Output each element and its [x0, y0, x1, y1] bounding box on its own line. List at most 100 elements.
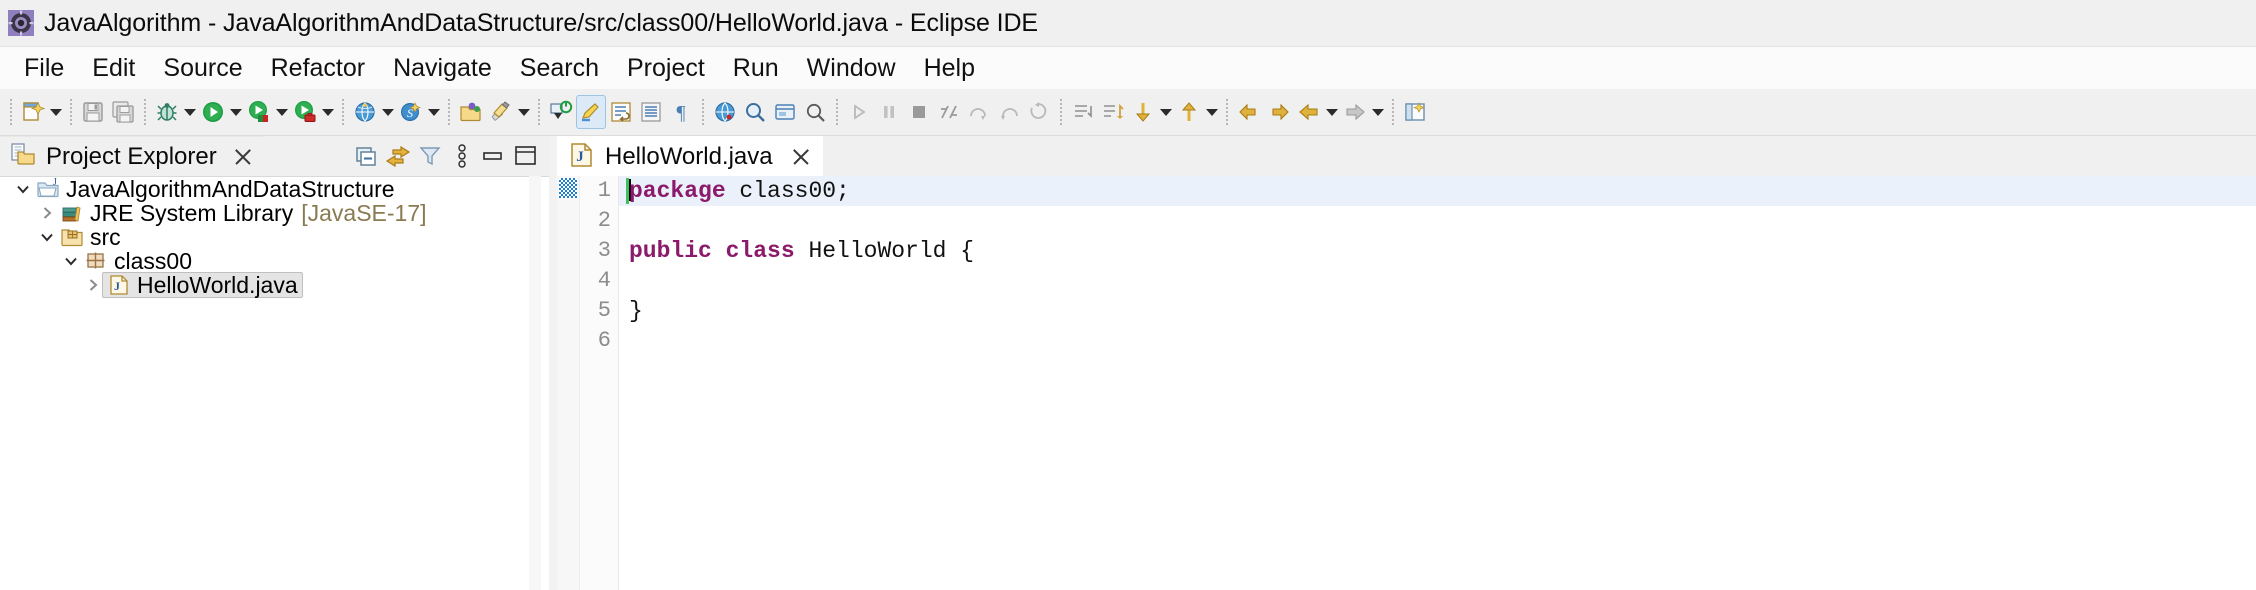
menu-navigate[interactable]: Navigate: [379, 52, 506, 85]
code-line[interactable]: [619, 326, 2256, 356]
project-explorer-toolbar: [351, 136, 549, 176]
tree-row-src[interactable]: src: [0, 225, 549, 249]
toolbar-separator: [836, 99, 838, 125]
open-web-browser-icon[interactable]: [710, 94, 740, 130]
open-task-icon[interactable]: [770, 94, 800, 130]
link-with-editor-icon[interactable]: [383, 140, 413, 172]
pause-icon[interactable]: [874, 94, 904, 130]
previous-annotation-up-icon[interactable]: [1174, 94, 1204, 130]
forward-nav-dropdown-arrow[interactable]: [1370, 94, 1386, 130]
eclipse-ide-window: JavaAlgorithm - JavaAlgorithmAndDataStru…: [0, 0, 2256, 590]
menu-file[interactable]: File: [10, 52, 78, 85]
toggle-mark-occurrences-icon[interactable]: [576, 95, 606, 129]
tree-row-jre-library[interactable]: JRE System Library [JavaSE-17]: [0, 201, 549, 225]
code-area[interactable]: 1 2 3 4 5 6 package class00; public clas…: [557, 176, 2256, 590]
menu-project[interactable]: Project: [613, 52, 719, 85]
search-icon[interactable]: [740, 94, 770, 130]
save-icon[interactable]: [78, 94, 108, 130]
previous-edit-icon[interactable]: [1068, 94, 1098, 130]
show-whitespace-icon[interactable]: ¶: [666, 94, 696, 130]
toggle-word-wrap-icon[interactable]: [606, 94, 636, 130]
code-line[interactable]: [619, 206, 2256, 236]
debug-icon[interactable]: [152, 94, 182, 130]
code-line[interactable]: }: [619, 296, 2256, 326]
menu-help[interactable]: Help: [910, 52, 989, 85]
menu-run[interactable]: Run: [719, 52, 793, 85]
forward-history-icon[interactable]: [1264, 94, 1294, 130]
workbench-body: Project Explorer J JavaAlgorithmAndDataS…: [0, 136, 2256, 590]
disconnect-icon[interactable]: [934, 94, 964, 130]
zoom-search-icon[interactable]: [800, 94, 830, 130]
coverage-dropdown-arrow[interactable]: [320, 94, 336, 130]
tree-row-helloworld-java[interactable]: J HelloWorld.java: [0, 272, 549, 298]
web-browser-icon[interactable]: [350, 94, 380, 130]
next-annotation-down-icon[interactable]: [1128, 94, 1158, 130]
toolbar-separator: [1060, 99, 1062, 125]
terminate-icon[interactable]: [904, 94, 934, 130]
toggle-block-selection-icon[interactable]: [636, 94, 666, 130]
open-perspective-icon[interactable]: [1400, 94, 1430, 130]
menu-edit[interactable]: Edit: [78, 52, 149, 85]
project-explorer-view: Project Explorer J JavaAlgorithmAndDataS…: [0, 136, 549, 590]
save-all-icon[interactable]: [108, 94, 138, 130]
forward-nav-icon[interactable]: [1340, 94, 1370, 130]
run-external-tools-dropdown-arrow[interactable]: [274, 94, 290, 130]
close-icon[interactable]: [233, 147, 253, 167]
project-tree-scrollbar[interactable]: [529, 176, 541, 590]
view-filter-icon[interactable]: [415, 140, 445, 172]
twisty-expanded-icon[interactable]: [58, 249, 84, 273]
twisty-collapsed-icon[interactable]: [34, 201, 60, 225]
back-nav-icon[interactable]: [1294, 94, 1324, 130]
server-dropdown-arrow[interactable]: [426, 94, 442, 130]
menu-refactor[interactable]: Refactor: [257, 52, 379, 85]
new-java-package-icon[interactable]: [486, 94, 516, 130]
tree-row-class00[interactable]: class00: [0, 249, 549, 273]
collapse-all-icon[interactable]: [351, 140, 381, 172]
code-line[interactable]: package class00;: [619, 176, 2256, 206]
run-external-tools-icon[interactable]: [244, 94, 274, 130]
tree-selection-highlight[interactable]: J HelloWorld.java: [102, 272, 303, 298]
server-icon[interactable]: S: [396, 94, 426, 130]
code-text[interactable]: package class00; public class HelloWorld…: [619, 176, 2256, 590]
open-type-icon[interactable]: [456, 94, 486, 130]
tree-label-helloworld-java: HelloWorld.java: [137, 272, 298, 298]
new-java-package-dropdown-arrow[interactable]: [516, 94, 532, 130]
debug-dropdown-arrow[interactable]: [182, 94, 198, 130]
step-return-icon[interactable]: [994, 94, 1024, 130]
menu-source[interactable]: Source: [149, 52, 256, 85]
title-bar: JavaAlgorithm - JavaAlgorithmAndDataStru…: [0, 0, 2256, 47]
next-annotation-dropdown-arrow[interactable]: [1158, 94, 1174, 130]
menu-window[interactable]: Window: [793, 52, 910, 85]
step-over-icon[interactable]: [964, 94, 994, 130]
tree-row-project[interactable]: J JavaAlgorithmAndDataStructure: [0, 177, 549, 201]
close-icon[interactable]: [791, 147, 811, 167]
menu-search[interactable]: Search: [506, 52, 613, 85]
run-icon[interactable]: [198, 94, 228, 130]
minimize-icon[interactable]: [479, 140, 509, 172]
tab-project-explorer[interactable]: Project Explorer: [0, 136, 263, 176]
project-explorer-tab-row: Project Explorer: [0, 136, 549, 176]
next-annotation-icon[interactable]: [546, 94, 576, 130]
tab-helloworld-java[interactable]: J HelloWorld.java: [557, 136, 823, 176]
step-into-icon[interactable]: [844, 94, 874, 130]
twisty-expanded-icon[interactable]: [34, 225, 60, 249]
web-browser-dropdown-arrow[interactable]: [380, 94, 396, 130]
back-history-icon[interactable]: [1234, 94, 1264, 130]
run-dropdown-arrow[interactable]: [228, 94, 244, 130]
next-edit-icon[interactable]: [1098, 94, 1128, 130]
new-wizard-icon[interactable]: [18, 94, 48, 130]
project-tree[interactable]: J JavaAlgorithmAndDataStructure JRE Syst…: [0, 176, 549, 590]
view-menu-icon[interactable]: [447, 140, 477, 172]
previous-annotation-dropdown-arrow[interactable]: [1204, 94, 1220, 130]
pane-splitter[interactable]: [549, 136, 557, 590]
twisty-expanded-icon[interactable]: [10, 177, 36, 201]
coverage-icon[interactable]: [290, 94, 320, 130]
new-wizard-dropdown-arrow[interactable]: [48, 94, 64, 130]
drop-to-frame-icon[interactable]: [1024, 94, 1054, 130]
maximize-icon[interactable]: [511, 140, 541, 172]
code-line[interactable]: [619, 266, 2256, 296]
back-nav-dropdown-arrow[interactable]: [1324, 94, 1340, 130]
code-line[interactable]: public class HelloWorld {: [619, 236, 2256, 266]
annotation-ruler[interactable]: [557, 176, 580, 590]
code-token-plain: HelloWorld {: [794, 238, 975, 264]
